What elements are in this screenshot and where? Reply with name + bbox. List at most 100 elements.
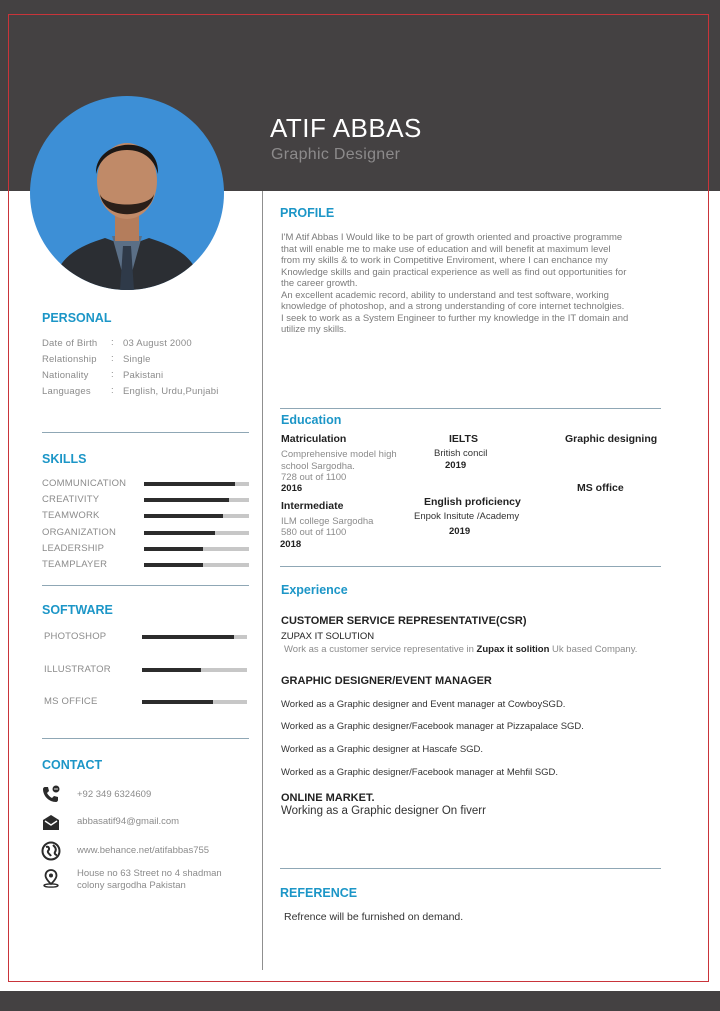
skill-bar-fill: [144, 563, 203, 567]
location-pin-icon: [43, 869, 59, 888]
personal-separator: :: [111, 353, 114, 364]
profile-heading: PROFILE: [280, 206, 335, 220]
matriculation-year: 2016: [281, 483, 303, 494]
skill-bar-fill: [144, 482, 235, 486]
job-title: Graphic Designer: [271, 146, 401, 163]
matriculation-school: Comprehensive model high: [281, 449, 397, 460]
profile-photo: [30, 96, 224, 290]
software-bar-fill: [142, 667, 201, 672]
person-portrait-icon: [52, 143, 202, 290]
contact-email: abbasatif94@gmail.com: [77, 816, 180, 827]
csr-description-text: Uk based Company.: [549, 644, 638, 655]
skill-bar-fill: [144, 514, 223, 519]
english-proficiency-title: English proficiency: [424, 496, 521, 508]
contact-phone: +92 349 6324609: [77, 789, 152, 800]
matriculation-marks: 728 out of 1100: [281, 472, 347, 483]
skill-bar-fill: [144, 498, 229, 503]
csr-title: CUSTOMER SERVICE REPRESENTATIVE(CSR): [281, 615, 527, 627]
graphic-designer-item: Worked as a Graphic designer at Hascafe …: [281, 744, 484, 755]
csr-company: ZUPAX IT SOLUTION: [281, 631, 375, 642]
online-market-title: ONLINE MARKET.: [281, 792, 375, 804]
ms-office-title: MS office: [577, 482, 624, 494]
personal-separator: :: [111, 337, 114, 348]
personal-label: Date of Birth: [42, 338, 98, 349]
profile-line: I seek to work as a System Engineer to f…: [281, 312, 629, 324]
personal-value: English, Urdu,Punjabi: [123, 386, 219, 397]
personal-label: Relationship: [42, 354, 97, 365]
experience-heading: Experience: [281, 583, 348, 597]
skill-label: CREATIVITY: [42, 494, 100, 506]
column-divider: [262, 191, 263, 970]
software-bar-track: [142, 667, 247, 672]
skill-bar-track: [144, 546, 249, 551]
personal-heading: PERSONAL: [42, 311, 112, 325]
skill-label: TEAMWORK: [42, 510, 100, 522]
personal-separator: :: [111, 385, 114, 396]
matriculation-school-city: school Sargodha.: [281, 461, 355, 472]
software-label: PHOTOSHOP: [44, 631, 107, 642]
profile-text: I'M Atif Abbas I Would like to be part o…: [281, 232, 673, 336]
divider: [42, 432, 249, 433]
contact-address-line2: colony sargodha Pakistan: [77, 880, 186, 891]
ielts-year: 2019: [445, 460, 467, 471]
csr-description: Work as a customer service representativ…: [284, 644, 637, 655]
ielts-title: IELTS: [449, 433, 478, 445]
intermediate-year: 2018: [280, 539, 302, 550]
personal-value: Pakistani: [123, 370, 164, 381]
personal-label: Languages: [42, 386, 91, 397]
skill-label: TEAMPLAYER: [42, 559, 108, 570]
divider: [42, 738, 249, 739]
globe-icon: [41, 841, 61, 861]
skill-label: LEADERSHIP: [42, 542, 105, 554]
skills-heading: SKILLS: [42, 452, 87, 466]
software-heading: SOFTWARE: [42, 603, 113, 617]
software-label: MS OFFICE: [44, 696, 98, 707]
profile-line: I'M Atif Abbas I Would like to be part o…: [281, 232, 623, 243]
divider: [280, 868, 661, 869]
contact-address-line1: House no 63 Street no 4 shadman: [77, 868, 222, 879]
software-bar-track: [142, 700, 247, 704]
ielts-org: British concil: [434, 448, 488, 459]
graphic-designer-item: Worked as a Graphic designer/Facebook ma…: [281, 767, 559, 778]
english-proficiency-org: Enpok Insitute /Academy: [414, 511, 520, 522]
skill-bar-track: [144, 530, 249, 535]
personal-value: 03 August 2000: [123, 338, 192, 349]
online-market-description: Working as a Graphic designer On fiverr: [281, 805, 486, 817]
profile-line: the career growth.: [281, 278, 358, 289]
profile-line: from my skills & to work in Competitive …: [281, 255, 608, 266]
candidate-name: ATIF ABBAS: [270, 113, 422, 143]
matriculation-title: Matriculation: [281, 433, 347, 445]
csr-company-highlight: Zupax it solition: [476, 644, 550, 655]
profile-line: Knowledge skills and gain practical expe…: [281, 266, 627, 278]
reference-text: Refrence will be furnished on demand.: [284, 911, 464, 923]
software-label: ILLUSTRATOR: [44, 663, 111, 675]
profile-line: An excellent academic record, ability to…: [281, 289, 609, 301]
profile-line: that will enable me to make use of educa…: [281, 243, 611, 255]
skill-bar-track: [144, 482, 249, 486]
graphic-designer-item: Worked as a Graphic designer and Event m…: [281, 699, 566, 710]
skill-bar-fill: [144, 546, 203, 551]
graphic-designer-title: GRAPHIC DESIGNER/EVENT MANAGER: [281, 675, 492, 687]
csr-description-text: Work as a customer service representativ…: [284, 644, 477, 655]
skill-label: ORGANIZATION: [42, 526, 117, 538]
software-bar-fill: [142, 700, 213, 704]
profile-line: knowledge of photoshop, and a strong und…: [281, 301, 625, 312]
skill-label: COMMUNICATION: [42, 478, 127, 489]
skill-bar-fill: [144, 530, 215, 535]
footer-band: [0, 991, 720, 1011]
intermediate-marks: 580 out of 1100: [281, 527, 347, 538]
personal-label: Nationality: [42, 370, 89, 381]
education-heading: Education: [281, 413, 342, 427]
divider: [280, 566, 661, 567]
contact-website: www.behance.net/atifabbas755: [77, 845, 210, 856]
skill-bar-track: [144, 514, 249, 519]
personal-value: Single: [123, 354, 151, 365]
profile-line: utilize my skills.: [281, 324, 347, 335]
personal-separator: :: [111, 369, 114, 380]
graphic-designing-title: Graphic designing: [565, 433, 658, 445]
divider: [42, 585, 249, 586]
divider: [280, 408, 661, 409]
english-proficiency-year: 2019: [449, 526, 471, 537]
intermediate-school: ILM college Sargodha: [281, 516, 374, 527]
graphic-designer-item: Worked as a Graphic designer/Facebook ma…: [281, 721, 584, 732]
